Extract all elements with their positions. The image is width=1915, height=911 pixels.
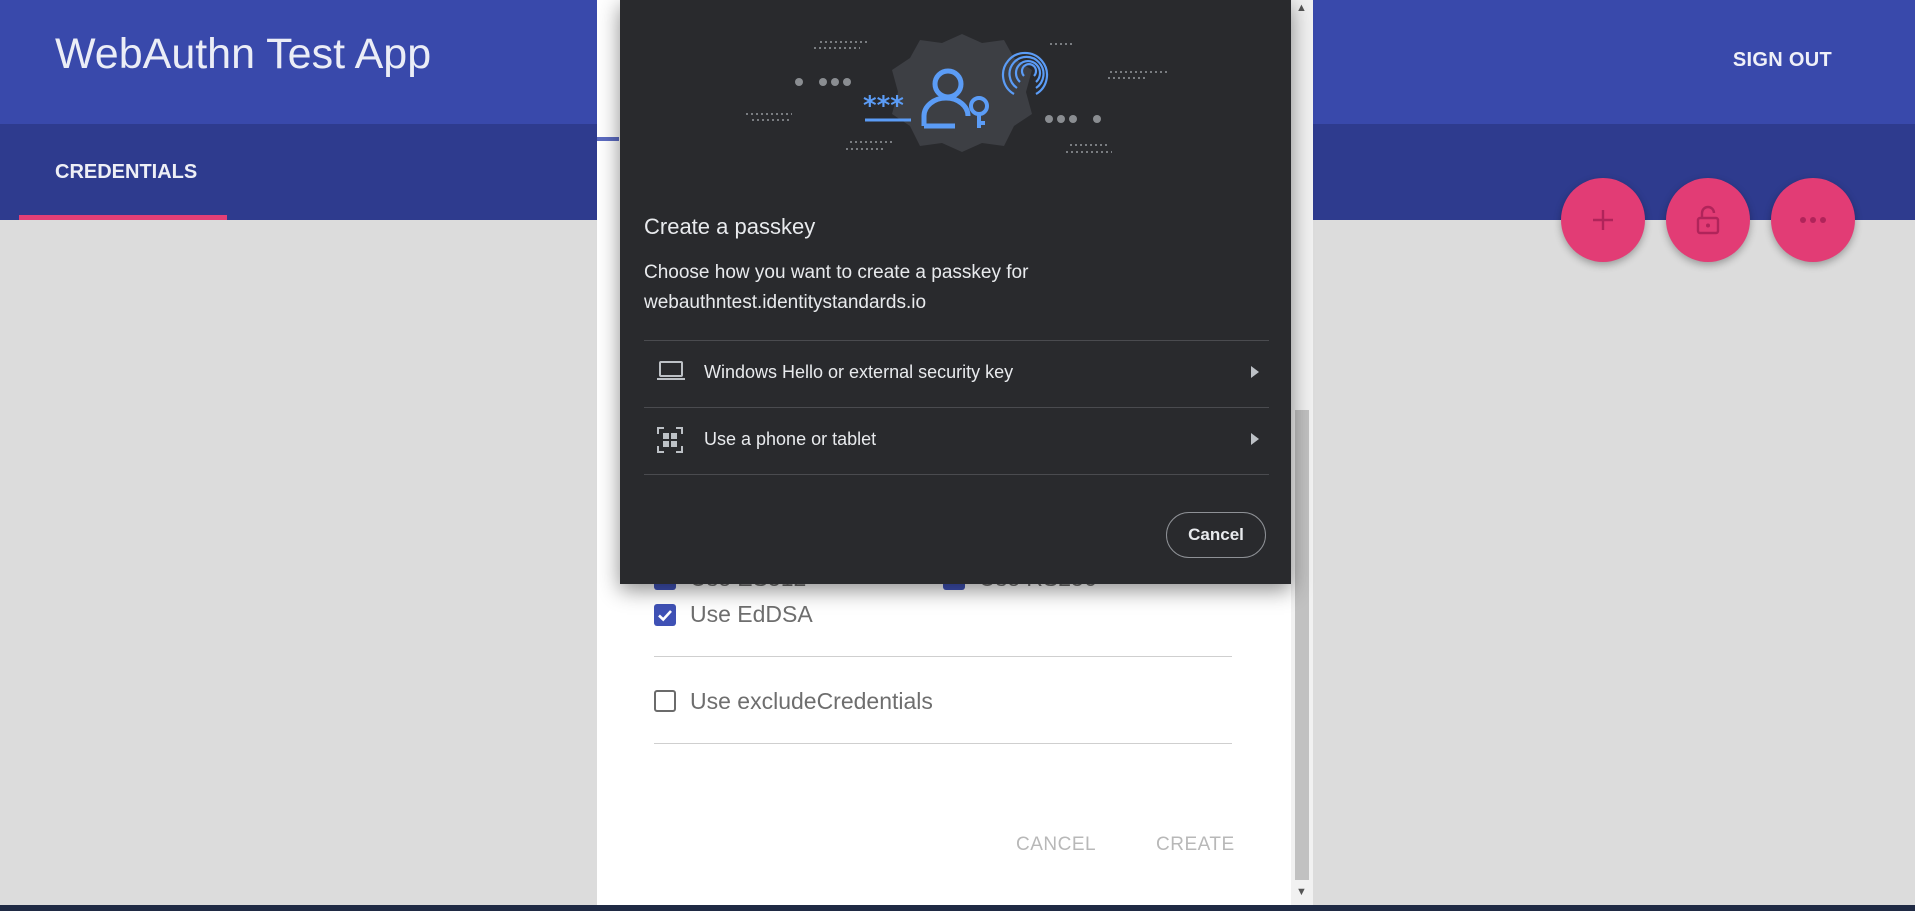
option-label: Windows Hello or external security key: [704, 362, 1014, 382]
eddsa-checkbox[interactable]: [654, 604, 676, 626]
more-options-button[interactable]: [1771, 178, 1855, 262]
scroll-down-arrow[interactable]: ▼: [1296, 886, 1307, 898]
active-tab-indicator: [19, 215, 227, 220]
passkey-cancel-button[interactable]: Cancel: [1166, 512, 1266, 558]
add-credential-button[interactable]: [1561, 178, 1645, 262]
more-horizontal-icon: [1800, 217, 1826, 223]
plus-icon: [1593, 210, 1613, 230]
form-create-button[interactable]: CREATE: [1156, 834, 1235, 856]
chevron-right-icon: [1251, 366, 1259, 378]
laptop-icon: [657, 361, 685, 380]
svg-text:***: ***: [863, 91, 904, 121]
taskbar-strip: [0, 905, 1915, 911]
authenticate-button[interactable]: [1666, 178, 1750, 262]
passkey-dialog-title: Create a passkey: [644, 214, 816, 239]
divider: [654, 656, 1232, 657]
divider: [644, 474, 1269, 475]
divider: [654, 743, 1232, 744]
passkey-dialog-description: Choose how you want to create a passkey …: [644, 258, 1244, 318]
checkmark-icon: [658, 610, 672, 622]
exclude-credentials-label: Use excludeCredentials: [690, 688, 933, 714]
passkey-illustration: ***: [746, 34, 1168, 153]
eddsa-label: Use EdDSA: [690, 601, 813, 627]
form-cancel-button[interactable]: CANCEL: [1016, 834, 1096, 856]
description-domain: webauthntest.identitystandards.io: [644, 292, 927, 313]
qr-code-icon: [657, 427, 683, 453]
scrollbar-thumb[interactable]: [1295, 410, 1309, 880]
description-line: Choose how you want to create a passkey …: [644, 262, 1029, 283]
option-windows-hello[interactable]: Windows Hello or external security key: [644, 341, 1269, 407]
exclude-credentials-checkbox[interactable]: [654, 690, 676, 712]
option-phone-or-tablet[interactable]: Use a phone or tablet: [644, 408, 1269, 474]
lock-open-icon: [1696, 205, 1720, 235]
chevron-right-icon: [1251, 433, 1259, 445]
option-label: Use a phone or tablet: [704, 429, 877, 449]
